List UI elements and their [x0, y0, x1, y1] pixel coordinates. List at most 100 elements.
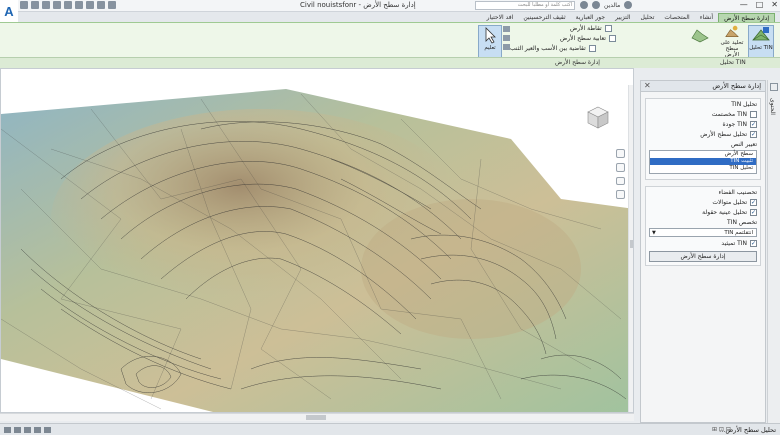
list-item[interactable]: تحليل TIN [650, 165, 756, 172]
minimize-button[interactable]: — [740, 0, 748, 9]
checkbox-checked-icon[interactable]: ✓ [750, 121, 757, 128]
panel-title: إدارة سطح الأرض [712, 82, 761, 90]
user-name[interactable]: مالدين [604, 2, 620, 9]
select-button[interactable]: تعليم [478, 25, 502, 58]
window-title: إدارة سطح الأرض - Civil nouistsfonr [300, 1, 416, 9]
surface-management-panel: إدارة سطح الأرض ✕ تحليل TIN مخصتمت TIN ✓… [640, 80, 766, 423]
status-message: تحليل سطح الأرض... [719, 426, 776, 434]
ortho-icon[interactable] [34, 427, 41, 433]
ground-point-item[interactable]: تقاطة الأرض [570, 25, 612, 32]
tool-a-icon[interactable] [503, 26, 510, 32]
check-tin-quality[interactable]: ✓ جودة TIN [649, 121, 757, 128]
check-field-sample[interactable]: ✓ تحليل عينية حقولة [649, 209, 757, 216]
check-tin-custom[interactable]: مخصتمت TIN [649, 111, 757, 118]
check-surface-analysis[interactable]: ✓ تحليل سطح الأرض [649, 131, 757, 138]
window-controls: — □ ✕ [740, 0, 778, 9]
title-bar: إدارة سطح الأرض - Civil nouistsfonr اكتب… [0, 0, 780, 12]
maximize-button[interactable]: □ [756, 0, 764, 9]
dropdown-arrow-icon[interactable]: ▼ [652, 229, 656, 237]
user-area: مالدين [580, 1, 633, 9]
quick-access-toolbar [20, 1, 116, 9]
manage-surface-button[interactable]: إدارة سطح الأرض [649, 251, 757, 262]
cursor-icon [485, 27, 496, 44]
zoom-icon[interactable] [615, 176, 625, 186]
tin-select[interactable]: انتقلتمم TIN ▼ [649, 228, 757, 237]
checkbox-checked-icon[interactable]: ✓ [750, 131, 757, 138]
list-item[interactable]: سطح الأرض [650, 151, 756, 158]
search-input[interactable]: اكتب كلمة أو مطلبا للبحث [475, 1, 575, 10]
compare-surfaces-item[interactable]: تقاضية بين الأسب والعير الثنب [510, 45, 596, 52]
new-icon[interactable] [20, 1, 28, 9]
surface-edit-icon [725, 25, 739, 37]
fill-surface-item[interactable]: تعابية سطح الأرض [560, 35, 616, 42]
check-averages[interactable]: ✓ تحليل متوالات [649, 199, 757, 206]
redo-icon[interactable] [64, 1, 72, 9]
grid-icon[interactable] [97, 1, 105, 9]
vertical-side-strip: الحتوى [767, 80, 780, 423]
select-label: تخصص TIN [727, 219, 757, 226]
fill-icon [608, 35, 616, 42]
pointer-icon[interactable] [770, 83, 778, 91]
open-icon[interactable] [31, 1, 39, 9]
tab-objects[interactable]: المتحصات [659, 13, 694, 22]
surface-edit-button[interactable]: تحليد على سطح الأرض [718, 25, 746, 58]
layers-icon[interactable] [108, 1, 116, 9]
small-tool-icons [503, 26, 511, 54]
tab-edit[interactable]: التزيير [610, 13, 635, 22]
save-icon[interactable] [42, 1, 50, 9]
tin-analysis-icon [752, 27, 770, 41]
tab-refine[interactable]: ثقيف الترحسينين [518, 13, 570, 22]
checkbox-checked-icon[interactable]: ✓ [750, 209, 757, 216]
viewcube-icon[interactable] [585, 105, 611, 131]
tool-c-icon[interactable] [503, 44, 510, 50]
pan-icon[interactable] [615, 162, 625, 172]
surface-listbox[interactable]: سطح الأرض تثبيت TIN تحليل TIN [649, 150, 757, 174]
3d-viewport[interactable] [0, 68, 634, 413]
cart-icon[interactable] [592, 1, 600, 9]
measure-icon[interactable] [86, 1, 94, 9]
orbit-icon[interactable] [615, 190, 625, 199]
surface-view-icon [691, 29, 709, 43]
undo-icon[interactable] [53, 1, 61, 9]
steering-wheel-icon[interactable] [615, 149, 625, 158]
tab-surface-management[interactable]: إدارة سطح الأرض [718, 13, 775, 22]
compare-icon [588, 45, 596, 52]
account-icon[interactable] [580, 1, 588, 9]
ribbon-tabs: إدارة سطح الأرض أنشاء المتحصات تحليل الت… [18, 12, 780, 22]
check-tin-smooth[interactable]: ✓ تميثيد TIN [649, 240, 757, 247]
tab-options[interactable]: افد الاحتيار [482, 13, 519, 22]
navigation-bar [614, 149, 626, 199]
section-title: تحصنيب الفضاء [718, 189, 757, 196]
tool-b-icon[interactable] [503, 35, 510, 41]
tin-analysis-group: تحليل TIN مخصتمت TIN ✓ جودة TIN ✓ تحليل … [645, 98, 761, 180]
status-icons [4, 427, 51, 433]
vertical-tab-content[interactable]: الحتوى [769, 98, 776, 115]
tab-crossing[interactable]: جور العبارية [571, 13, 610, 22]
tab-analysis[interactable]: تحليل [636, 13, 660, 22]
horizontal-scrollbar[interactable] [0, 413, 634, 421]
checkbox-checked-icon[interactable]: ✓ [750, 199, 757, 206]
terrain-surface [1, 89, 633, 412]
model-icon[interactable] [4, 427, 11, 433]
vertical-scrollbar[interactable] [628, 85, 633, 412]
horizontal-scroll-thumb[interactable] [306, 415, 326, 420]
print-icon[interactable] [75, 1, 83, 9]
panel-close-icon[interactable]: ✕ [644, 81, 651, 90]
layout-icon[interactable] [14, 427, 21, 433]
vertical-scroll-thumb[interactable] [630, 240, 633, 248]
checkbox-checked-icon[interactable]: ✓ [750, 240, 757, 247]
panel-header: إدارة سطح الأرض ✕ [641, 81, 765, 92]
checkbox-icon[interactable] [750, 111, 757, 118]
help-icon[interactable] [624, 1, 633, 9]
close-button[interactable]: ✕ [771, 0, 778, 9]
point-icon [604, 25, 612, 32]
panel-label-tin: تحليل TIN [720, 59, 746, 66]
tab-create[interactable]: أنشاء [695, 13, 718, 22]
polar-icon[interactable] [44, 427, 51, 433]
panel-label-surface: إدارة سطح الأرض [555, 59, 600, 66]
app-logo[interactable]: A [0, 0, 18, 22]
list-item-selected[interactable]: تثبيت TIN [650, 158, 756, 165]
surface-view-button[interactable] [685, 25, 715, 58]
tin-analysis-button[interactable]: تحليل TIN [748, 25, 774, 58]
grid-snap-icon[interactable] [24, 427, 31, 433]
